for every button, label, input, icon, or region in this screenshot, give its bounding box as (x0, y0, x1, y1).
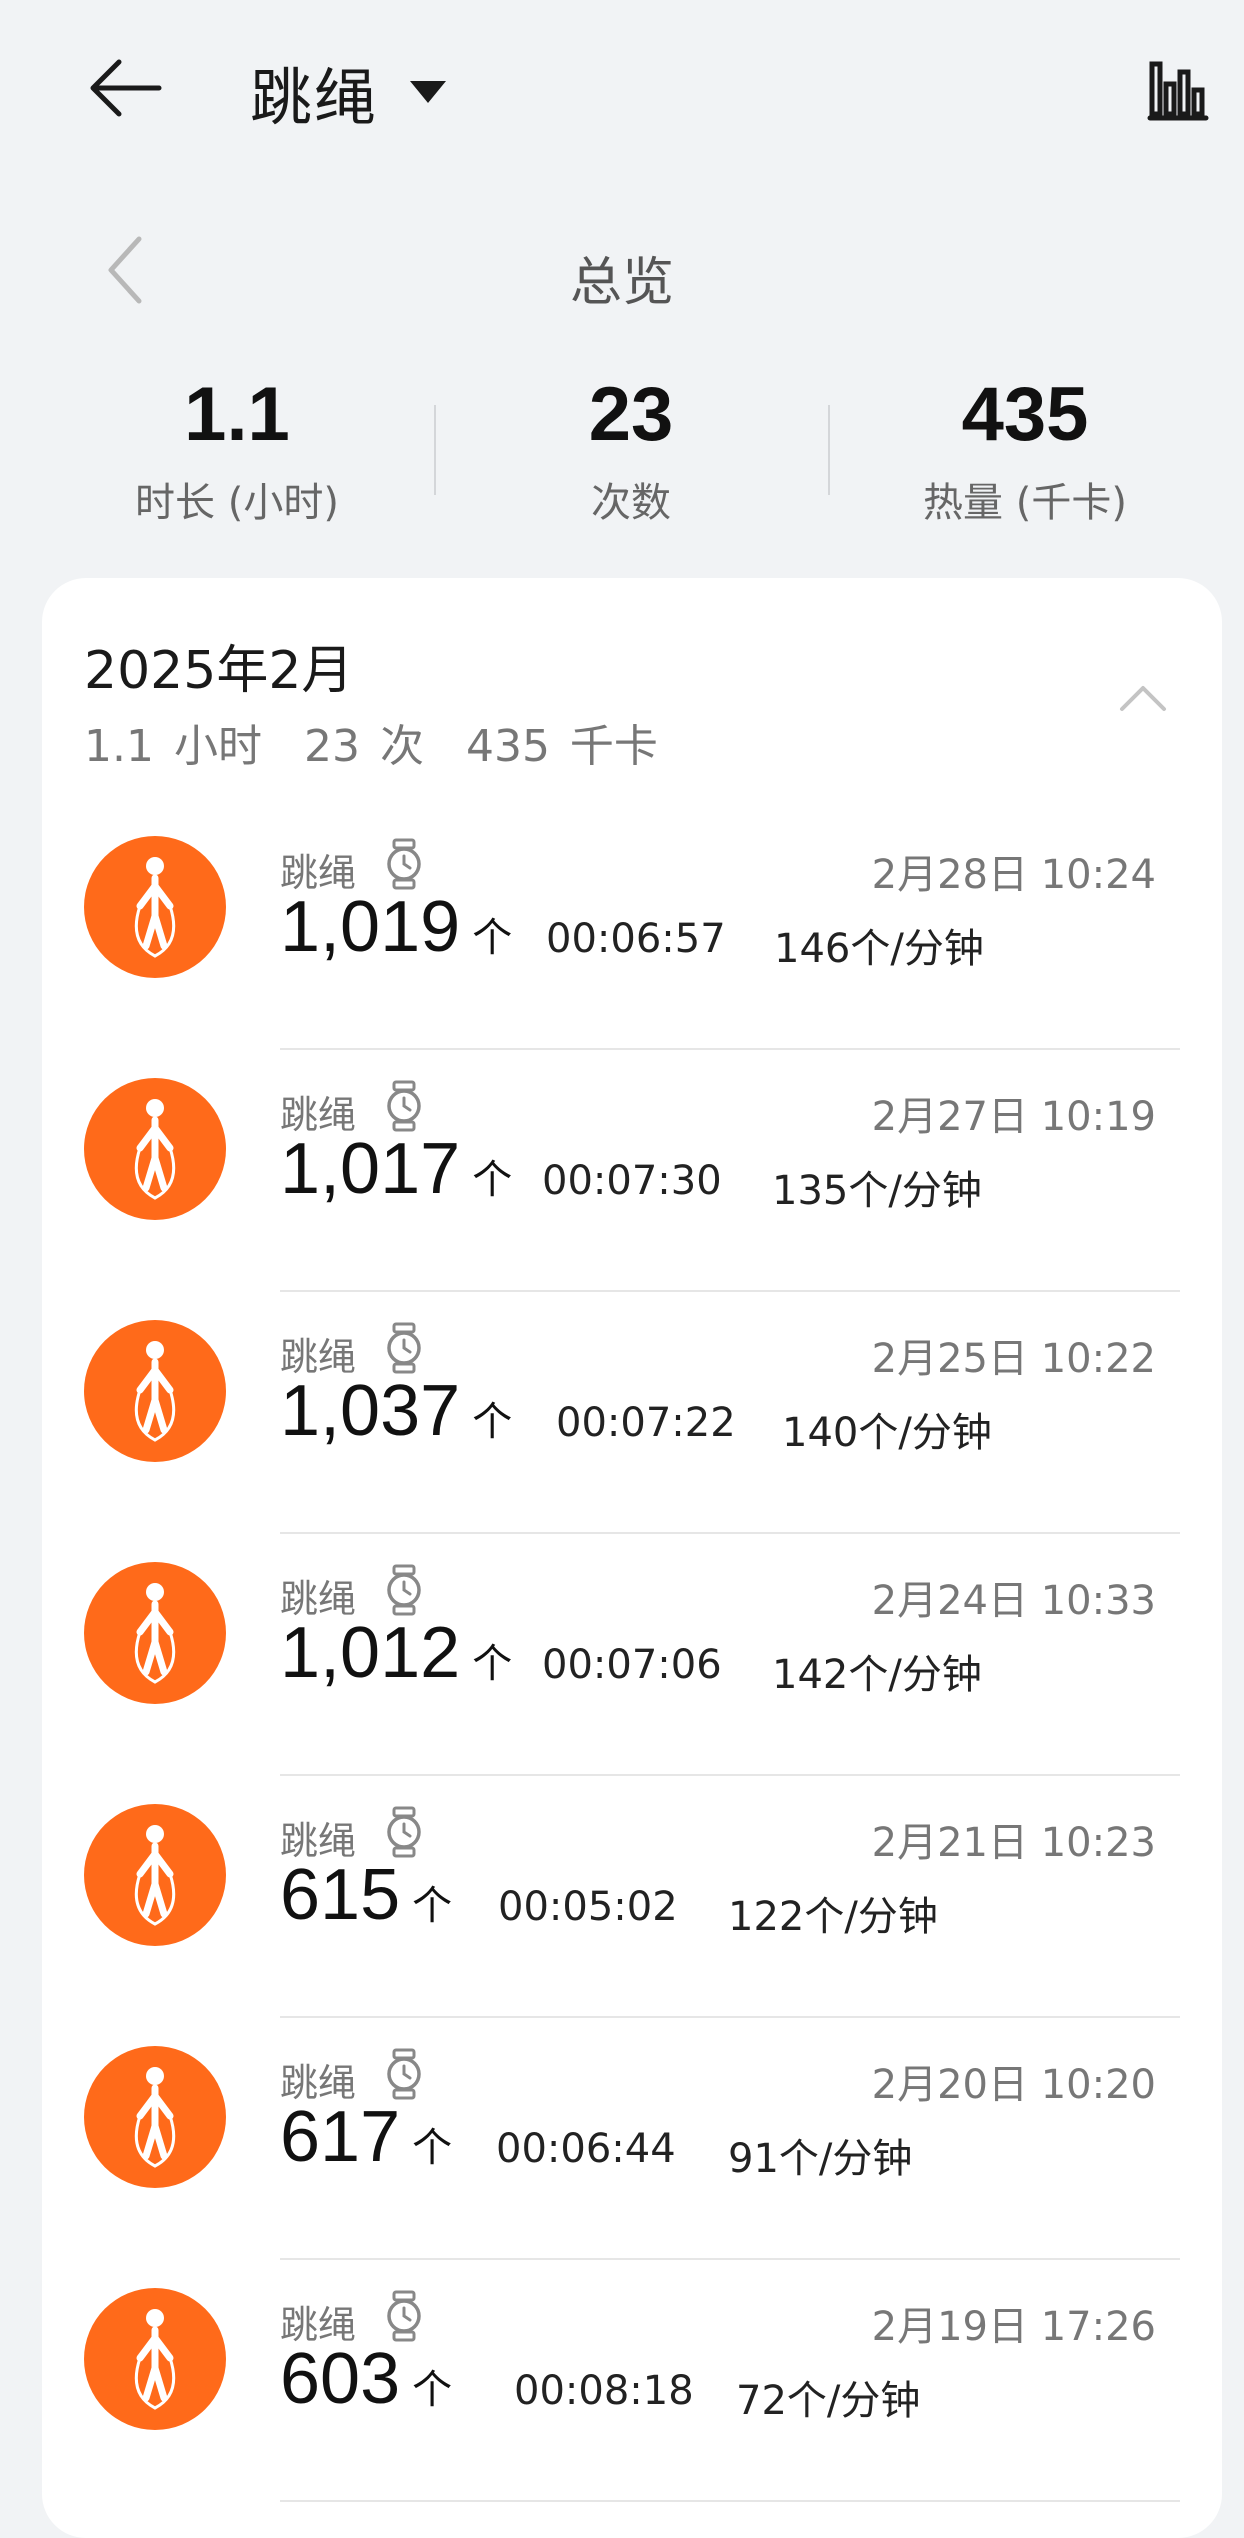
count-number: 615 (280, 1855, 401, 1935)
count-value: 23 (588, 372, 674, 457)
jump-rope-icon (84, 1078, 226, 1220)
jump-rope-icon (84, 2288, 226, 2430)
record-duration: 00:07:22 (556, 1400, 736, 1446)
month-records-card: 2025年2月 1.1 小时 23 次 435 千卡 跳绳 2月28日 10:24 … (42, 578, 1222, 2538)
month-title: 2025年2月 (84, 641, 354, 701)
record-item[interactable]: 跳绳 2月25日 10:22 1,037 个 00:07:22 140个/分钟 (42, 1292, 1222, 1534)
record-rate: 122个/分钟 (728, 1894, 938, 1940)
calories-value: 435 (961, 372, 1089, 457)
record-rate: 91个/分钟 (728, 2136, 913, 2182)
overview-row: 总览 (0, 220, 1244, 320)
arrow-left-icon (90, 59, 162, 117)
record-duration: 00:06:44 (496, 2126, 676, 2172)
collapse-month-button[interactable] (1108, 668, 1178, 728)
overview-title: 总览 (569, 253, 674, 313)
record-count: 1,019 个 (280, 886, 512, 968)
count-label: 次数 (591, 480, 671, 526)
duration-stat: 1.1 时长 (小时) (40, 360, 434, 528)
app-header: 跳绳 (0, 0, 1244, 180)
watch-icon (387, 1322, 421, 1374)
divider (280, 2500, 1180, 2502)
count-stat: 23 次数 (434, 360, 828, 528)
jump-rope-icon (84, 1804, 226, 1946)
watch-icon (387, 1080, 421, 1132)
record-date: 2月21日 10:23 (871, 1820, 1156, 1866)
record-rate: 72个/分钟 (736, 2378, 921, 2424)
record-duration: 00:06:57 (546, 916, 726, 962)
caret-down-icon (410, 81, 447, 103)
count-number: 1,037 (280, 1371, 461, 1451)
count-number: 617 (280, 2097, 401, 2177)
activity-type-dropdown[interactable]: 跳绳 (250, 52, 447, 134)
jump-rope-icon (84, 1320, 226, 1462)
record-rate: 135个/分钟 (772, 1168, 982, 1214)
watch-icon (387, 2290, 421, 2342)
watch-icon (387, 1806, 421, 1858)
back-button[interactable] (80, 48, 170, 128)
record-count: 1,012 个 (280, 1612, 512, 1694)
count-number: 603 (280, 2339, 401, 2419)
statistics-button[interactable] (1140, 52, 1216, 128)
calories-stat: 435 热量 (千卡) (828, 360, 1222, 528)
record-item[interactable]: 跳绳 2月19日 17:26 603 个 00:08:18 72个/分钟 (42, 2260, 1222, 2502)
watch-icon (387, 2048, 421, 2100)
record-count: 603 个 (280, 2338, 452, 2420)
record-rate: 140个/分钟 (782, 1410, 992, 1456)
jump-rope-icon (84, 2046, 226, 2188)
count-unit: 个 (472, 1399, 513, 1445)
month-summary: 1.1 小时 23 次 435 千卡 (84, 710, 700, 774)
record-duration: 00:07:06 (542, 1642, 722, 1688)
summary-stats: 1.1 时长 (小时) 23 次数 435 热量 (千卡) (0, 360, 1244, 530)
calories-label: 热量 (千卡) (923, 480, 1127, 526)
count-unit: 个 (472, 915, 513, 961)
record-item[interactable]: 跳绳 2月21日 10:23 615 个 00:05:02 122个/分钟 (42, 1776, 1222, 2018)
record-count: 617 个 (280, 2096, 452, 2178)
count-unit: 个 (472, 1157, 513, 1203)
page-title: 跳绳 (250, 61, 379, 134)
count-unit: 个 (412, 2125, 453, 2171)
count-number: 1,019 (280, 887, 461, 967)
jump-rope-icon (84, 1562, 226, 1704)
duration-label: 时长 (小时) (135, 480, 339, 526)
count-unit: 个 (412, 1883, 453, 1929)
month-hours: 1.1 小时 (84, 721, 262, 772)
record-count: 1,017 个 (280, 1128, 512, 1210)
count-number: 1,017 (280, 1129, 461, 1209)
record-item[interactable]: 跳绳 2月28日 10:24 1,019 个 00:06:57 146个/分钟 (42, 808, 1222, 1050)
record-item[interactable]: 跳绳 2月27日 10:19 1,017 个 00:07:30 135个/分钟 (42, 1050, 1222, 1292)
month-calories: 435 千卡 (465, 721, 658, 772)
record-date: 2月24日 10:33 (871, 1578, 1156, 1624)
record-item[interactable]: 跳绳 2月20日 10:20 617 个 00:06:44 91个/分钟 (42, 2018, 1222, 2260)
chevron-up-icon (1120, 686, 1166, 711)
record-date: 2月19日 17:26 (871, 2304, 1156, 2350)
watch-icon (387, 1564, 421, 1616)
count-unit: 个 (412, 2367, 453, 2413)
duration-value: 1.1 (184, 372, 290, 457)
count-unit: 个 (472, 1641, 513, 1687)
record-item[interactable]: 跳绳 2月24日 10:33 1,012 个 00:07:06 142个/分钟 (42, 1534, 1222, 1776)
jump-rope-icon (84, 836, 226, 978)
count-number: 1,012 (280, 1613, 461, 1693)
record-count: 615 个 (280, 1854, 452, 1936)
record-count: 1,037 个 (280, 1370, 512, 1452)
record-date: 2月27日 10:19 (871, 1094, 1156, 1140)
record-date: 2月28日 10:24 (871, 852, 1156, 898)
record-date: 2月25日 10:22 (871, 1336, 1156, 1382)
bar-chart-icon (1147, 61, 1209, 121)
record-rate: 142个/分钟 (772, 1652, 982, 1698)
record-duration: 00:05:02 (498, 1884, 678, 1930)
record-rate: 146个/分钟 (774, 926, 984, 972)
record-duration: 00:08:18 (514, 2368, 694, 2414)
month-sessions: 23 次 (303, 721, 424, 772)
record-duration: 00:07:30 (542, 1158, 722, 1204)
record-date: 2月20日 10:20 (871, 2062, 1156, 2108)
watch-icon (387, 838, 421, 890)
